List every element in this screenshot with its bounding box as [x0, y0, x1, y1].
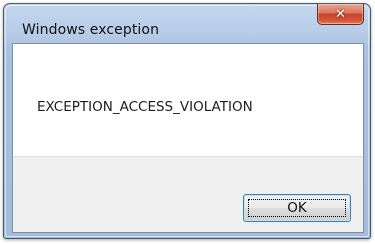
- error-message: EXCEPTION_ACCESS_VIOLATION: [37, 99, 253, 115]
- message-area: EXCEPTION_ACCESS_VIOLATION: [13, 44, 363, 156]
- ok-button-label: OK: [287, 200, 307, 216]
- title-bar[interactable]: Windows exception ✕: [4, 4, 370, 40]
- dialog-content: EXCEPTION_ACCESS_VIOLATION OK: [12, 43, 364, 233]
- button-bar: OK: [13, 156, 363, 232]
- dialog-window: Windows exception ✕ EXCEPTION_ACCESS_VIO…: [3, 3, 371, 239]
- close-button[interactable]: ✕: [317, 4, 364, 25]
- ok-button[interactable]: OK: [243, 194, 351, 222]
- close-icon: ✕: [335, 6, 346, 22]
- window-title: Windows exception: [22, 22, 160, 38]
